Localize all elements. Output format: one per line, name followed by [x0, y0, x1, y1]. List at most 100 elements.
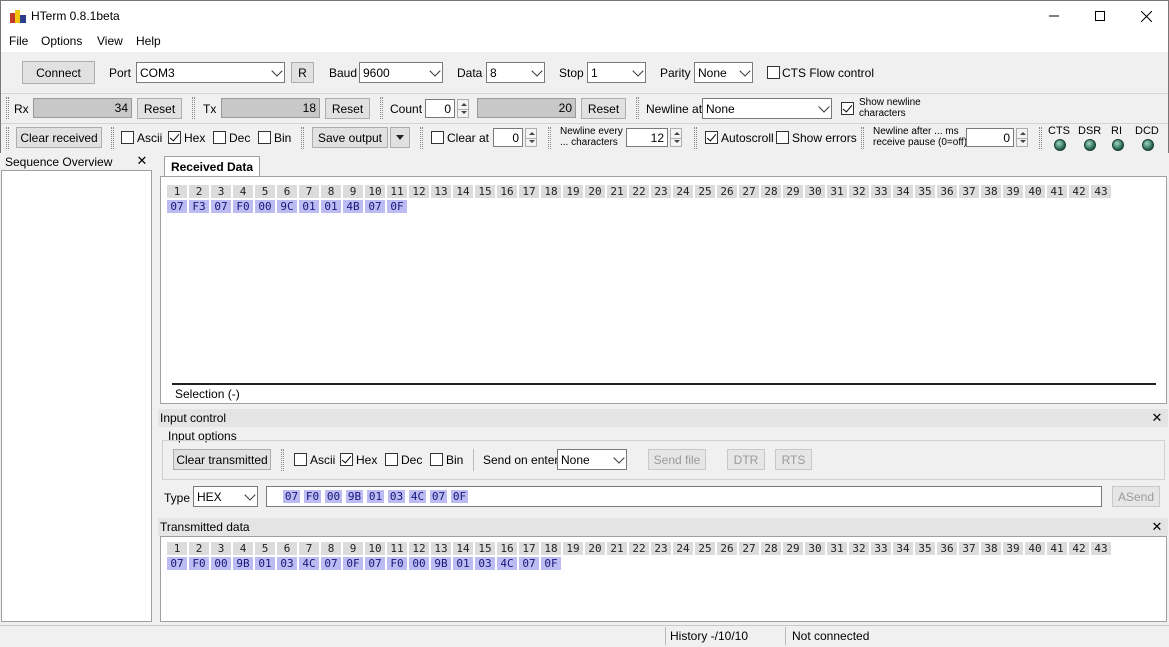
tab-received-data[interactable]: Received Data	[164, 156, 260, 177]
rx-reset-button[interactable]: Reset	[137, 98, 182, 119]
clear-at-checkbox[interactable]	[431, 131, 444, 144]
tx-bin-checkbox[interactable]	[430, 453, 443, 466]
sequence-overview-close-icon[interactable]: ✕	[135, 154, 149, 168]
show-newline-checkbox[interactable]	[841, 102, 854, 115]
column-header: 25	[695, 542, 715, 555]
type-select[interactable]: HEX	[193, 486, 258, 507]
tx-reset-button[interactable]: Reset	[325, 98, 370, 119]
status-separator	[785, 627, 786, 645]
column-header: 7	[299, 185, 319, 198]
transmitted-data-close-icon[interactable]: ✕	[1150, 520, 1164, 534]
newline-at-select[interactable]: None	[702, 98, 832, 119]
send-data-input[interactable]: 07 F0 00 9B 01 03 4C 07 0F	[266, 486, 1102, 507]
newline-after-spinner[interactable]	[1016, 128, 1028, 147]
sequence-overview-list[interactable]	[1, 170, 152, 622]
count-reset-button[interactable]: Reset	[581, 98, 626, 119]
toolbar-grip[interactable]	[694, 127, 697, 149]
clear-at-spinner[interactable]	[525, 128, 537, 147]
input-byte: 0F	[451, 490, 468, 503]
input-byte: 07	[283, 490, 300, 503]
newline-after-input[interactable]: 0	[966, 128, 1014, 147]
received-data-view[interactable]: 1 2 3 4 5 6 7 8 9 10 11 12 13 14 15 16 17 18 19 20 21 22 23 24 2…	[160, 176, 1167, 404]
port-select[interactable]: COM3	[136, 62, 285, 83]
save-output-button[interactable]: Save output	[312, 127, 388, 148]
newline-every-input[interactable]: 12	[626, 128, 668, 147]
send-on-enter-select[interactable]: None	[557, 449, 627, 470]
clear-at-input[interactable]: 0	[493, 128, 523, 147]
baud-select[interactable]: 9600	[359, 62, 443, 83]
rx-counter: 34	[33, 98, 132, 118]
input-control-close-icon[interactable]: ✕	[1150, 411, 1164, 425]
transmitted-byte: 00	[409, 557, 429, 570]
toolbar-grip[interactable]	[636, 97, 639, 119]
save-output-dropdown[interactable]	[390, 127, 410, 148]
input-byte: F0	[304, 490, 321, 503]
toolbar-grip[interactable]	[548, 127, 551, 149]
rx-bin-checkbox[interactable]	[258, 131, 271, 144]
column-header: 35	[915, 185, 935, 198]
cts-led-icon	[1054, 139, 1066, 151]
tx-hex-checkbox[interactable]	[340, 453, 353, 466]
asend-button[interactable]: ASend	[1112, 486, 1160, 507]
maximize-button[interactable]	[1077, 1, 1123, 31]
menu-help[interactable]: Help	[136, 34, 161, 48]
clear-transmitted-button[interactable]: Clear transmitted	[173, 449, 271, 470]
port-value: COM3	[140, 65, 175, 80]
rx-ascii-checkbox[interactable]	[121, 131, 134, 144]
refresh-ports-button[interactable]: R	[291, 62, 314, 83]
close-icon	[1140, 10, 1152, 22]
toolbar-grip[interactable]	[380, 97, 383, 119]
selection-info: Selection (-)	[175, 387, 240, 401]
divider	[473, 449, 474, 471]
transmitted-data-header: Transmitted data ✕	[158, 518, 1168, 536]
rts-button[interactable]: RTS	[775, 449, 812, 470]
transmitted-byte: 4C	[497, 557, 517, 570]
send-file-button[interactable]: Send file	[648, 449, 706, 470]
connect-button[interactable]: Connect	[22, 61, 95, 84]
autoscroll-checkbox[interactable]	[705, 131, 718, 144]
toolbar-grip[interactable]	[6, 127, 9, 149]
column-header: 19	[563, 185, 583, 198]
minimize-button[interactable]	[1031, 1, 1077, 31]
toolbar-grip[interactable]	[111, 127, 114, 149]
cts-flow-control-checkbox[interactable]	[767, 66, 780, 79]
transmitted-byte: 0F	[343, 557, 363, 570]
menu-options[interactable]: Options	[41, 34, 82, 48]
transmitted-byte: 07	[167, 557, 187, 570]
clear-received-button[interactable]: Clear received	[16, 127, 102, 148]
menu-view[interactable]: View	[97, 34, 123, 48]
count-spinner[interactable]	[457, 99, 469, 118]
tx-dec-checkbox[interactable]	[385, 453, 398, 466]
count-input[interactable]: 0	[425, 99, 455, 118]
parity-select[interactable]: None	[694, 62, 753, 83]
column-header: 37	[959, 185, 979, 198]
tx-ascii-checkbox[interactable]	[294, 453, 307, 466]
send-on-enter-label: Send on enter	[483, 453, 559, 467]
toolbar-grip[interactable]	[1039, 127, 1042, 149]
close-window-button[interactable]	[1123, 1, 1169, 31]
newline-every-spinner[interactable]	[670, 128, 682, 147]
toolbar-grip[interactable]	[6, 97, 9, 119]
toolbar-grip[interactable]	[281, 449, 284, 471]
column-header: 33	[871, 185, 891, 198]
column-header: 1	[167, 542, 187, 555]
show-errors-checkbox[interactable]	[776, 131, 789, 144]
column-header: 20	[585, 542, 605, 555]
dtr-button[interactable]: DTR	[727, 449, 765, 470]
toolbar-grip[interactable]	[420, 127, 423, 149]
transmitted-byte: F0	[387, 557, 407, 570]
stop-bits-select[interactable]: 1	[587, 62, 646, 83]
column-header: 41	[1047, 542, 1067, 555]
menu-file[interactable]: File	[9, 34, 28, 48]
data-bits-select[interactable]: 8	[486, 62, 545, 83]
toolbar-grip[interactable]	[301, 127, 304, 149]
rx-dec-label: Dec	[229, 131, 251, 145]
transmitted-data-view[interactable]: 1 2 3 4 5 6 7 8 9 10 11 12 13 14 15 16 17 18 19 20 21 22 23 24 2…	[160, 536, 1167, 622]
rx-hex-checkbox[interactable]	[168, 131, 181, 144]
transmitted-byte: 01	[453, 557, 473, 570]
column-header: 5	[255, 542, 275, 555]
column-header: 6	[277, 185, 297, 198]
rx-dec-checkbox[interactable]	[213, 131, 226, 144]
toolbar-grip[interactable]	[192, 97, 195, 119]
toolbar-grip[interactable]	[861, 127, 864, 149]
